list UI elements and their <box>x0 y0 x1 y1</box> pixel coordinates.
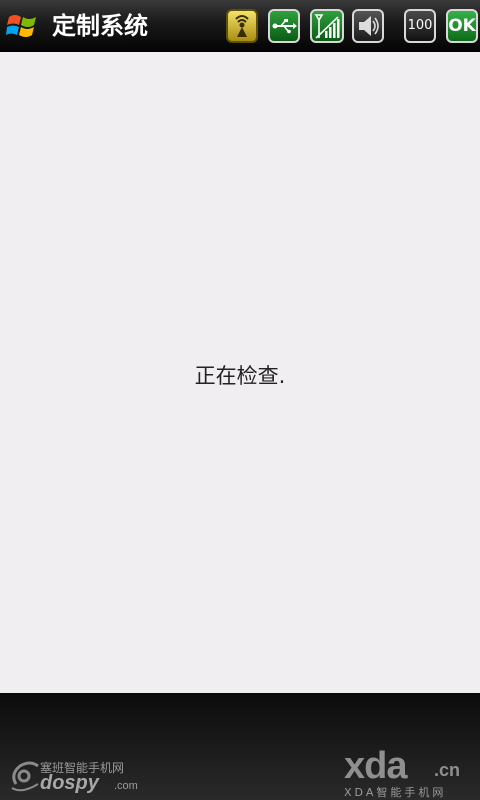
status-text: 正在检查. <box>194 364 286 388</box>
speaker-icon <box>359 16 379 36</box>
ok-button[interactable]: OK <box>446 9 478 43</box>
title-bar: 定制系统 100 OK <box>0 0 480 52</box>
wifi-button[interactable] <box>226 9 258 43</box>
battery-button[interactable]: 100 <box>404 9 436 43</box>
screen: 定制系统 100 OK 正在检查. 塞班智能手机网 dospy .com xda… <box>0 0 480 800</box>
xda-watermark-brand: xda <box>344 745 407 787</box>
volume-button[interactable] <box>352 9 384 43</box>
windows-flag-icon[interactable] <box>6 12 38 40</box>
dospy-watermark-brand: dospy <box>40 772 99 794</box>
signal-button[interactable] <box>310 9 344 43</box>
signal-strength-icon <box>314 14 340 39</box>
wifi-antenna-icon <box>235 15 249 37</box>
usb-button[interactable] <box>268 9 300 43</box>
usb-icon <box>272 19 297 34</box>
xda-watermark-domain: .cn <box>434 760 461 780</box>
content-area: 正在检查. <box>0 52 480 693</box>
app-title: 定制系统 <box>52 12 148 40</box>
dospy-watermark-suffix: .com <box>114 780 138 792</box>
xda-watermark-subtitle: XDA智能手机网 <box>344 786 447 799</box>
